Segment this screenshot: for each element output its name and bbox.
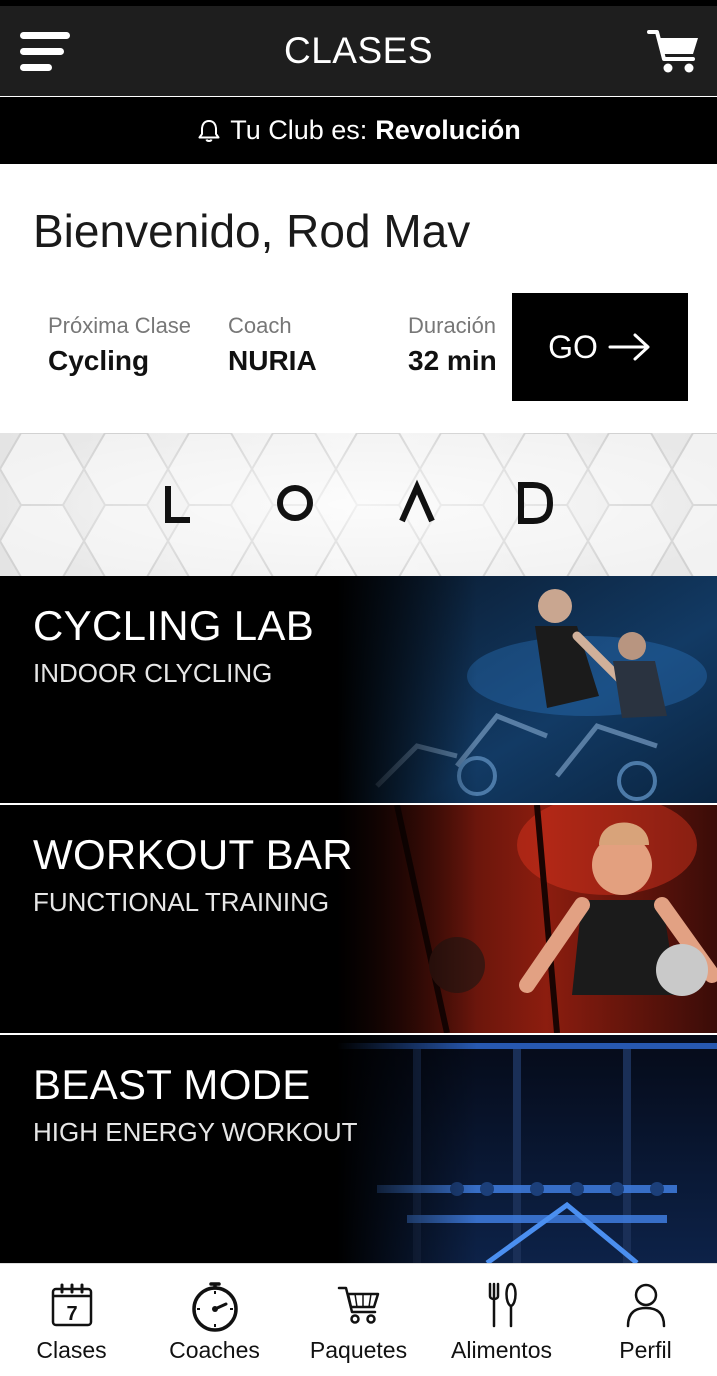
go-label: GO	[548, 328, 598, 365]
load-banner[interactable]	[0, 433, 717, 576]
card-fade	[337, 1035, 477, 1263]
tab-clases[interactable]: 7 Clases	[0, 1264, 143, 1376]
class-card-cycling-lab[interactable]: CYCLING LAB INDOOR CLYCLING	[0, 576, 717, 804]
coach-label: Coach	[228, 313, 292, 338]
class-card-beast-mode[interactable]: BEAST MODE HIGH ENERGY WORKOUT	[0, 1035, 717, 1263]
arrow-right-icon	[608, 333, 650, 361]
tab-label: Alimentos	[451, 1337, 552, 1363]
next-class-value: Cycling	[48, 345, 150, 376]
tab-label: Clases	[36, 1337, 107, 1363]
duration-label: Duración	[408, 313, 497, 338]
class-subtitle: INDOOR CLYCLING	[33, 658, 273, 688]
fork-knife-icon	[488, 1282, 517, 1328]
card-fade	[337, 805, 477, 1033]
next-class-panel: Próxima Clase Cycling Coach NURIA Duraci…	[0, 293, 717, 403]
class-title: WORKOUT BAR	[33, 831, 353, 878]
next-class-info: Próxima Clase Cycling	[48, 313, 191, 377]
calendar-day: 7	[66, 1303, 77, 1325]
page-title: CLASES	[283, 30, 433, 71]
tab-coaches[interactable]: Coaches	[143, 1264, 286, 1376]
calendar-icon: 7	[51, 1283, 92, 1327]
next-class-label: Próxima Clase	[48, 313, 192, 338]
club-prefix: Tu Club es:	[230, 115, 368, 145]
duration-info: Duración 32 min	[408, 313, 497, 377]
tab-paquetes[interactable]: Paquetes	[287, 1264, 430, 1376]
tab-label: Perfil	[619, 1337, 672, 1363]
bottom-tab-bar: 7 Clases Coaches Paquetes Alimentos Perf…	[0, 1263, 717, 1376]
tab-label: Coaches	[169, 1337, 260, 1363]
coach-info: Coach NURIA	[228, 313, 317, 377]
class-card-workout-bar[interactable]: WORKOUT BAR FUNCTIONAL TRAINING	[0, 805, 717, 1033]
duration-value: 32 min	[408, 345, 497, 376]
tab-alimentos[interactable]: Alimentos	[430, 1264, 573, 1376]
class-subtitle: HIGH ENERGY WORKOUT	[33, 1117, 358, 1147]
go-button[interactable]: GO	[512, 293, 688, 401]
app-bar: CLASES	[0, 6, 717, 96]
tab-label: Paquetes	[309, 1337, 408, 1363]
load-logo	[165, 479, 554, 524]
class-subtitle: FUNCTIONAL TRAINING	[33, 887, 330, 917]
shopping-cart-icon[interactable]	[647, 26, 701, 76]
shopping-cart-icon	[337, 1286, 379, 1324]
club-name: Revolución	[375, 115, 521, 145]
class-title: CYCLING LAB	[33, 602, 315, 649]
bell-icon	[198, 119, 220, 142]
tab-perfil[interactable]: Perfil	[574, 1264, 717, 1376]
stopwatch-icon	[191, 1282, 238, 1332]
coach-value: NURIA	[228, 345, 317, 376]
club-bar[interactable]: Tu Club es: Revolución	[0, 96, 717, 164]
class-title: BEAST MODE	[33, 1061, 311, 1108]
welcome-heading: Bienvenido, Rod Mav	[33, 205, 471, 257]
user-icon	[626, 1283, 665, 1328]
card-fade	[337, 576, 477, 804]
hamburger-menu-icon[interactable]	[20, 30, 72, 74]
